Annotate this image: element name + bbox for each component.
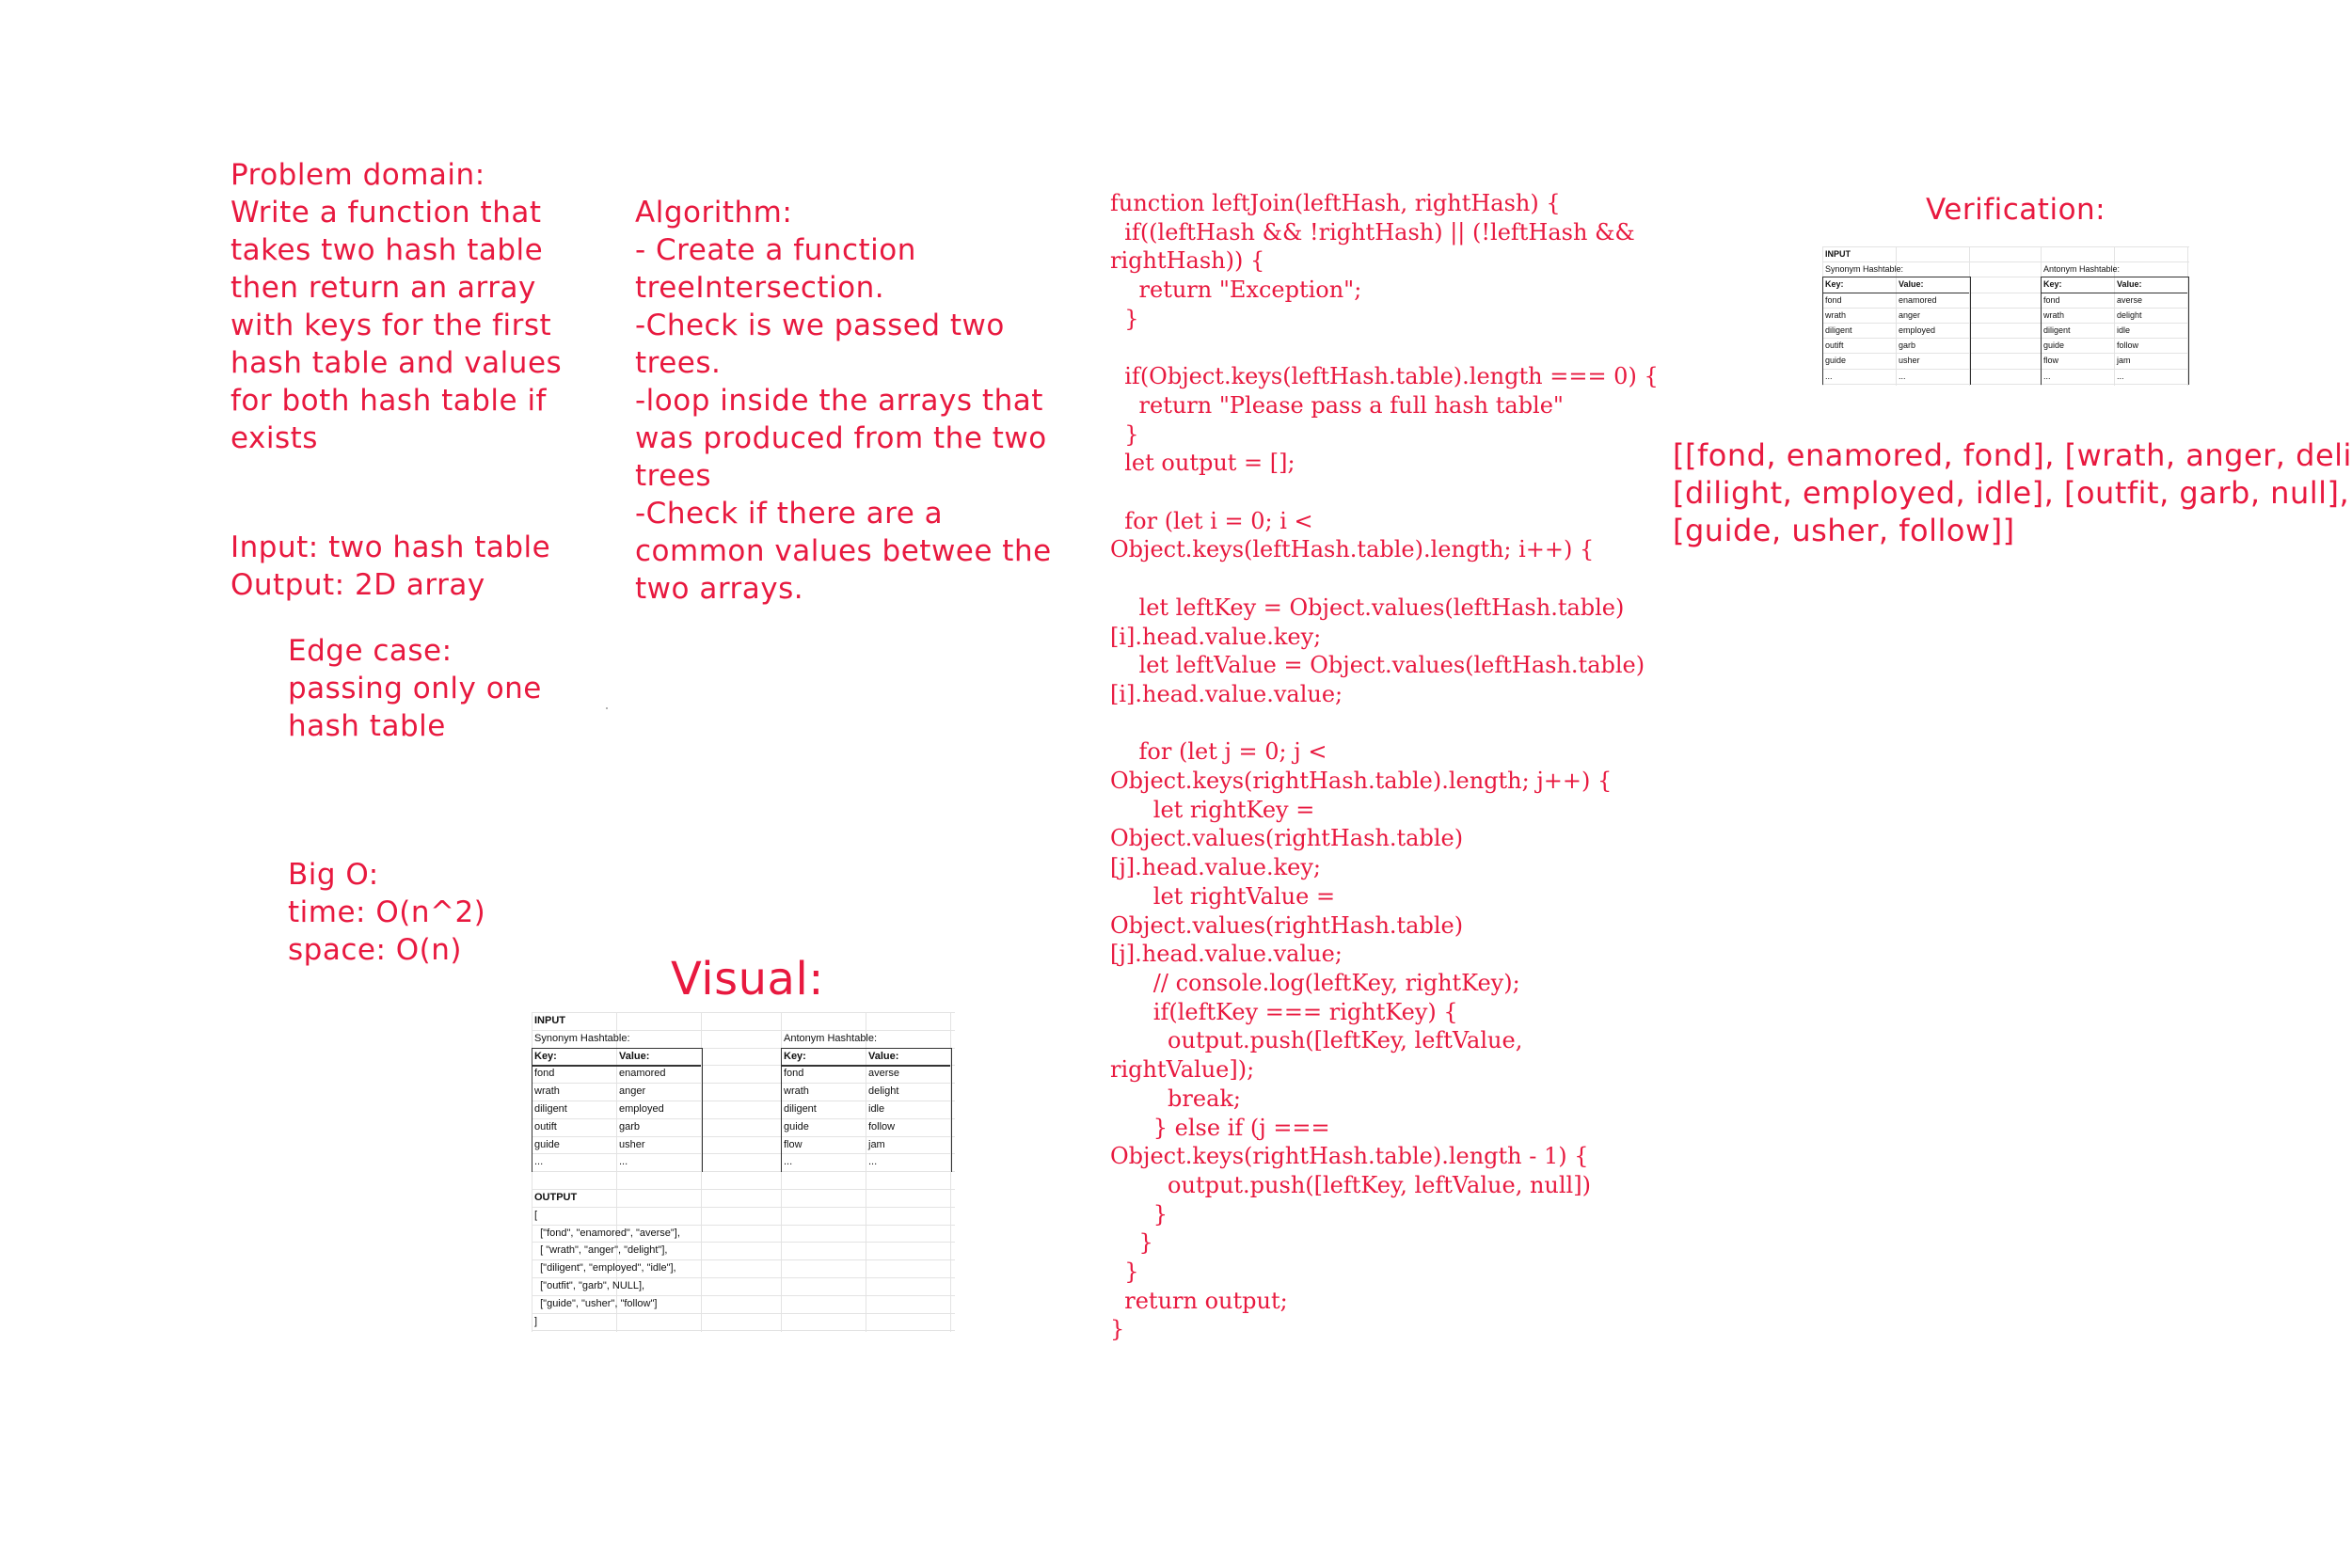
sheet-gridline bbox=[1822, 246, 2189, 247]
antonym-header-underline bbox=[2041, 292, 2187, 294]
sheet-synonym-label: Synonym Hashtable: bbox=[1825, 264, 1904, 275]
sheet-gridline bbox=[532, 1330, 955, 1332]
sheet-output-line: ["diligent", "employed", "idle"], bbox=[534, 1262, 676, 1275]
big-o-text: Big O: time: O(n^2) space: O(n) bbox=[288, 858, 486, 967]
sheet-gridline bbox=[532, 1189, 955, 1190]
sheet-gridline bbox=[532, 1012, 955, 1013]
verification-spreadsheet-image: INPUT Synonym Hashtable: Antonym Hashtable… bbox=[1822, 246, 2189, 386]
sheet-output-line: [ bbox=[534, 1209, 538, 1221]
verification-title: Verification: bbox=[1926, 193, 2106, 227]
input-output-text: Input: two hash table Output: 2D array bbox=[230, 531, 551, 602]
verification-output-text: [[fond, enamored, fond], [wrath, anger, … bbox=[1673, 437, 2352, 548]
sheet-synonym-label: Synonym Hashtable: bbox=[534, 1032, 630, 1044]
sheet-input-label: INPUT bbox=[1825, 249, 1851, 259]
sheet-gridline bbox=[532, 1206, 955, 1208]
visual-spreadsheet-image: INPUT Synonym Hashtable: Antonym Hashtable… bbox=[532, 1012, 955, 1332]
synonym-header-underline bbox=[532, 1065, 701, 1067]
stray-dot bbox=[606, 707, 608, 709]
left-join-code: function leftJoin(leftHash, rightHash) {… bbox=[1110, 190, 1659, 1343]
sheet-antonym-label: Antonym Hashtable: bbox=[2043, 264, 2121, 275]
sheet-input-label: INPUT bbox=[534, 1015, 565, 1026]
problem-domain-text: Problem domain: Write a function that ta… bbox=[230, 158, 563, 455]
sheet-gridline bbox=[532, 1312, 955, 1314]
sheet-output-line: ["guide", "usher", "follow"] bbox=[534, 1297, 658, 1309]
sheet-output-line: ["fond", "enamored", "averse"], bbox=[534, 1227, 680, 1239]
synonym-header-underline bbox=[1822, 292, 1969, 294]
sheet-antonym-label: Antonym Hashtable: bbox=[784, 1032, 878, 1044]
edge-case-text: Edge case: passing only one hash table bbox=[288, 634, 542, 743]
algorithm-text: Algorithm: - Create a function treeInter… bbox=[635, 196, 1052, 606]
sheet-output-line: ] bbox=[534, 1315, 538, 1327]
sheet-output-label: OUTPUT bbox=[534, 1192, 578, 1203]
antonym-header-underline bbox=[781, 1065, 950, 1067]
sheet-output-line: [ "wrath", "anger", "delight"], bbox=[534, 1244, 668, 1257]
sheet-output-line: ["outfit", "garb", NULL], bbox=[534, 1280, 645, 1291]
visual-title: Visual: bbox=[671, 953, 824, 1006]
